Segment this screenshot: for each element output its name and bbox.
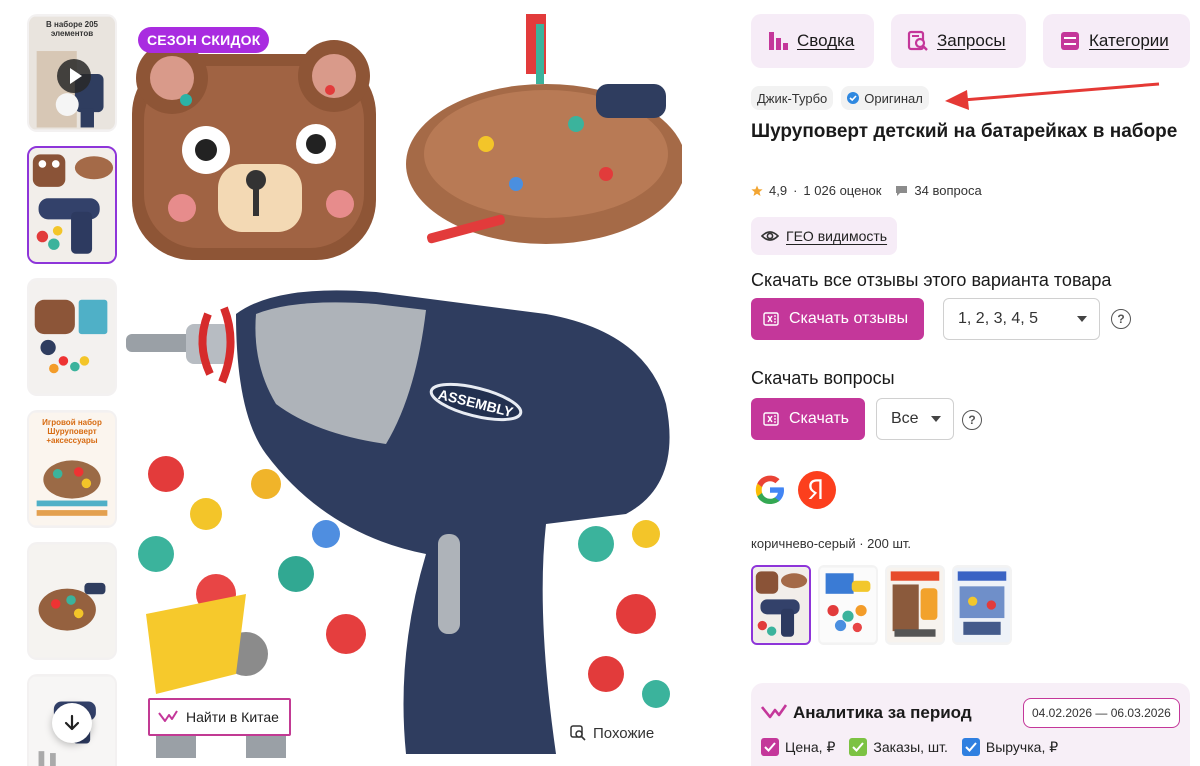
questions-count[interactable]: 34 вопроса — [914, 183, 981, 198]
analytics-panel: Аналитика за период 04.02.2026 — 06.03.2… — [751, 683, 1190, 766]
checkbox-checked-icon — [961, 738, 980, 756]
queries-label: Запросы — [937, 31, 1006, 50]
brand-row: Джик-Турбо Оригинал — [751, 86, 929, 110]
variant-option[interactable] — [751, 565, 811, 645]
orders-checkbox[interactable]: Заказы, шт. — [849, 738, 948, 756]
chat-icon — [896, 185, 908, 196]
rating-separator: · — [793, 183, 798, 198]
date-range-picker[interactable]: 04.02.2026 — 06.03.2026 — [1023, 698, 1180, 728]
google-logo — [755, 475, 784, 504]
rating-value: 4,9 — [769, 183, 788, 198]
brand-chip[interactable]: Джик-Турбо — [751, 86, 834, 110]
categories-label: Категории — [1089, 31, 1169, 50]
checkbox-checked-icon — [761, 738, 779, 756]
download-questions-title: Скачать вопросы — [751, 368, 895, 388]
chevron-down-icon — [931, 416, 941, 422]
product-photo: ASSEMBLY — [126, 14, 682, 758]
search-engine-links — [751, 471, 836, 509]
rating-row: 4,9 · 1 026 оценок 34 вопроса — [751, 183, 982, 198]
find-in-china-label: Найти в Китае — [186, 709, 279, 725]
thumbnail-image — [29, 544, 115, 658]
product-title: Шуруповерт детский на батарейках в набор… — [751, 121, 1178, 142]
yandex-logo — [808, 479, 822, 499]
rating-filter-value: 1, 2, 3, 4, 5 — [958, 310, 1039, 327]
thumbnail-caption: В наборе 205 элементов — [45, 20, 98, 38]
metric-checkboxes: Цена, ₽ Заказы, шт. Выручка, ₽ — [761, 738, 1058, 756]
date-range-value: 04.02.2026 — 06.03.2026 — [1032, 706, 1171, 720]
variant-image — [753, 567, 809, 643]
help-icon[interactable]: ? — [1111, 309, 1131, 329]
rating-filter-select[interactable]: 1, 2, 3, 4, 5 — [943, 298, 1100, 340]
analytics-logo-icon — [761, 704, 787, 719]
orders-checkbox-label: Заказы, шт. — [873, 739, 948, 755]
variant-image — [887, 567, 943, 643]
geo-visibility-label: ГЕО видимость — [786, 228, 888, 244]
revenue-checkbox-label: Выручка, ₽ — [985, 738, 1059, 755]
download-reviews-button[interactable]: Скачать отзывы — [751, 298, 925, 340]
reviews-count[interactable]: 1 026 оценок — [803, 183, 881, 198]
summary-button[interactable]: Сводка — [751, 14, 874, 68]
thumbnail-caption: Игровой набор Шуруповерт +аксессуары — [42, 418, 102, 445]
google-icon[interactable] — [751, 471, 789, 509]
yandex-icon[interactable] — [798, 471, 836, 509]
variant-image — [954, 567, 1010, 643]
price-checkbox-label: Цена, ₽ — [785, 738, 836, 755]
list-icon — [1061, 32, 1079, 50]
download-reviews-label: Скачать отзывы — [789, 310, 909, 327]
thumbnail[interactable]: Игровой набор Шуруповерт +аксессуары — [27, 410, 117, 528]
chevron-down-icon — [1077, 316, 1087, 322]
queries-button[interactable]: Запросы — [891, 14, 1026, 68]
bar-chart-icon — [769, 32, 788, 50]
categories-button[interactable]: Категории — [1043, 14, 1190, 68]
china-logo-icon — [158, 710, 178, 722]
thumbnail-image — [29, 280, 115, 394]
eye-icon — [761, 231, 779, 241]
variant-label: коричнево-серый · 200 шт. — [751, 536, 912, 551]
analytics-title: Аналитика за период — [793, 703, 972, 722]
similar-button[interactable]: Похожие — [560, 716, 667, 750]
excel-icon — [763, 412, 779, 426]
image-search-icon — [570, 725, 586, 741]
variant-image — [820, 567, 876, 643]
variant-option[interactable] — [818, 565, 878, 645]
arrow-down-icon — [64, 714, 80, 731]
questions-filter-value: Все — [891, 410, 919, 427]
main-product-image[interactable]: ASSEMBLY СЕЗОН СКИДОК Найти в Китае Похо… — [126, 14, 682, 758]
checkbox-checked-icon — [849, 738, 868, 756]
variant-list — [751, 565, 1012, 645]
geo-visibility-button[interactable]: ГЕО видимость — [751, 217, 898, 255]
original-chip: Оригинал — [841, 86, 929, 110]
find-in-china-button[interactable]: Найти в Китае — [148, 698, 291, 736]
price-checkbox[interactable]: Цена, ₽ — [761, 738, 835, 756]
product-info-panel: Сводка Запросы Категории Джик-Турбо Ориг… — [751, 0, 1200, 766]
variant-option[interactable] — [952, 565, 1012, 645]
original-label: Оригинал — [864, 90, 923, 106]
download-questions-button[interactable]: Скачать — [751, 398, 865, 440]
thumbnail[interactable] — [27, 278, 117, 396]
thumbnail-video[interactable]: В наборе 205 элементов — [27, 14, 117, 132]
similar-label: Похожие — [593, 724, 655, 742]
help-icon[interactable]: ? — [962, 410, 982, 430]
thumbnail-image — [29, 148, 115, 262]
variant-option[interactable] — [885, 565, 945, 645]
revenue-checkbox[interactable]: Выручка, ₽ — [961, 738, 1059, 756]
download-questions-label: Скачать — [789, 410, 849, 427]
scroll-down-button[interactable] — [52, 703, 92, 743]
download-reviews-title: Скачать все отзывы этого варианта товара — [751, 270, 1112, 290]
annotation-arrow — [945, 82, 1160, 110]
excel-icon — [763, 312, 779, 326]
thumbnail[interactable] — [27, 542, 117, 660]
verified-icon — [847, 92, 860, 104]
document-search-icon — [907, 30, 928, 51]
summary-label: Сводка — [797, 31, 855, 50]
play-icon[interactable] — [57, 59, 91, 93]
star-icon — [751, 185, 763, 196]
brand-name: Джик-Турбо — [757, 90, 828, 106]
thumbnail-active[interactable] — [27, 146, 117, 264]
sale-badge: СЕЗОН СКИДОК — [138, 27, 270, 53]
questions-filter-select[interactable]: Все — [876, 398, 954, 440]
